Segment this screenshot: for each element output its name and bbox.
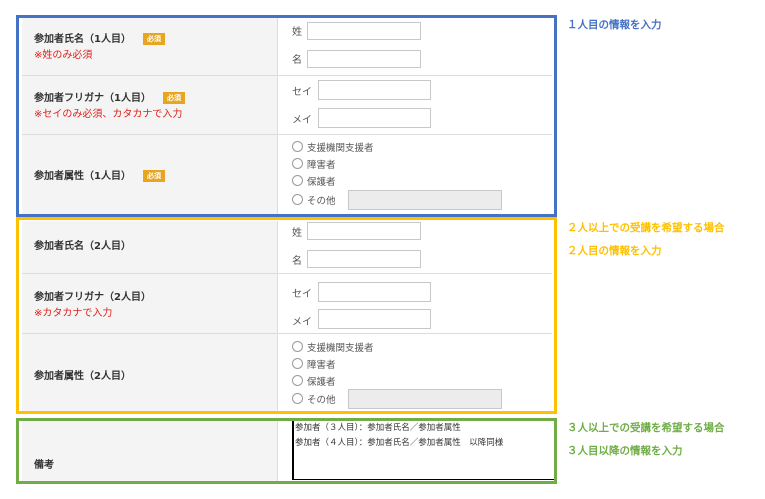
annotation-green-2: ３人目以降の情報を入力 (567, 445, 683, 457)
annotation-yellow-1: ２人以上での受講を希望する場合 (567, 222, 725, 234)
annotation-blue-1: １人目の情報を入力 (567, 19, 662, 31)
yellow-frame (16, 217, 557, 414)
annotation-green-1: ３人以上での受講を希望する場合 (567, 422, 725, 434)
annotation-yellow-2: ２人目の情報を入力 (567, 245, 662, 257)
green-frame (16, 418, 557, 484)
blue-frame (16, 15, 557, 217)
